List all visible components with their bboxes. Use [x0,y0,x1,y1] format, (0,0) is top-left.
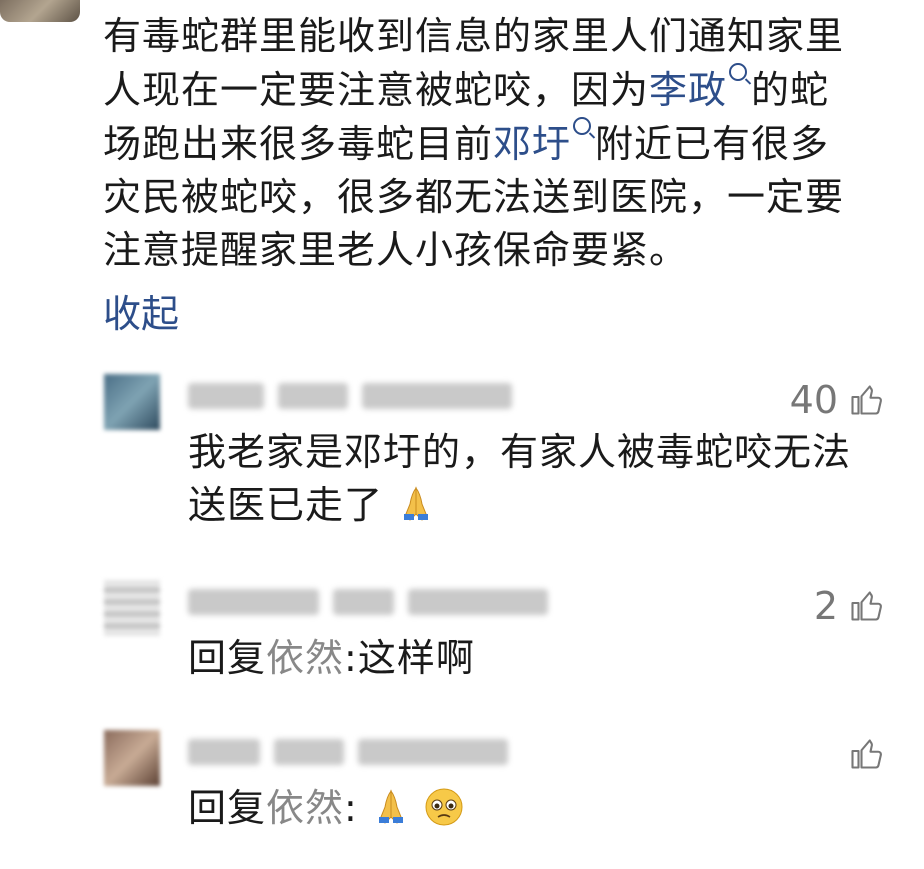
topic-link-lizheng[interactable]: 李政 [649,68,727,112]
comment-line: 有毒蛇群里能收到信息的家里人们通知家里 [103,14,845,58]
timestamp-blurred [362,383,512,409]
search-icon[interactable] [573,117,592,135]
user-meta-blurred [188,736,548,768]
main-comment-text: 有毒蛇群里能收到信息的家里人们通知家里 人现在一定要注意被蛇咬，因为李政 的蛇 场… [103,10,893,277]
reply-item: 40 我老家是邓圩的，有家人被毒蛇咬无法 送医已走了 [104,374,894,544]
username-blurred[interactable] [188,589,320,615]
username-blurred[interactable] [188,383,264,409]
username-blurred[interactable] [188,739,260,765]
comment-text: 的蛇 [751,68,830,112]
timestamp-blurred [408,589,548,615]
location-blurred [333,589,395,615]
avatar[interactable] [104,730,160,786]
comment-line: 注意提醒家里老人小孩保命要紧。 [103,228,689,272]
user-meta-blurred [188,380,548,412]
main-comment-avatar[interactable] [0,0,80,22]
like-control[interactable]: 40 [790,380,884,420]
like-control[interactable] [838,736,884,772]
thumbs-up-icon[interactable] [848,382,884,418]
comment-text: 附近已有很多 [595,122,830,166]
reply-text: 回复依然:这样啊 [188,632,898,685]
location-blurred [274,739,344,765]
reply-line: 送医已走了 [188,479,898,532]
reply-line: 回复依然: [188,782,898,835]
like-count: 2 [813,584,838,628]
reply-separator: : [344,786,358,830]
comment-text: 人现在一定要注意被蛇咬，因为 [103,68,650,112]
pleading-face-icon [425,788,463,826]
reply-to-username[interactable]: 依然 [266,636,344,680]
avatar[interactable] [104,374,160,430]
praying-hands-icon [378,789,403,824]
reply-prefix: 回复 [188,786,267,830]
thumbs-up-icon[interactable] [848,588,884,624]
reply-item: 2 回复依然:这样啊 [104,580,894,700]
reply-item: 回复依然: [104,730,894,860]
reply-to-username[interactable]: 依然 [266,786,344,830]
thumbs-up-icon[interactable] [848,736,884,772]
comment-line: 人现在一定要注意被蛇咬，因为李政 的蛇 [103,63,893,117]
reply-prefix: 回复 [188,636,267,680]
reply-text: 我老家是邓圩的，有家人被毒蛇咬无法 送医已走了 [188,426,898,532]
reply-separator: : [344,636,358,680]
comment-line: 场跑出来很多毒蛇目前邓圩 附近已有很多 [103,117,893,171]
comment-line: 灾民被蛇咬，很多都无法送到医院，一定要 [103,175,845,219]
reply-text-content: 这样啊 [357,636,475,680]
location-blurred [278,383,348,409]
reply-text: 回复依然: [188,782,898,835]
comment-text: 场跑出来很多毒蛇目前 [103,122,494,166]
avatar[interactable] [104,580,160,636]
praying-hands-icon [404,486,429,521]
user-meta-blurred [188,586,548,618]
search-icon[interactable] [729,63,748,81]
collapse-link[interactable]: 收起 [103,288,179,341]
timestamp-blurred [358,739,508,765]
reply-text-content: 送医已走了 [188,483,384,527]
like-control[interactable]: 2 [814,586,884,626]
reply-line: 回复依然:这样啊 [188,632,898,685]
like-count: 40 [789,378,838,422]
topic-link-dengwei[interactable]: 邓圩 [493,122,571,166]
reply-line: 我老家是邓圩的，有家人被毒蛇咬无法 [188,430,852,474]
